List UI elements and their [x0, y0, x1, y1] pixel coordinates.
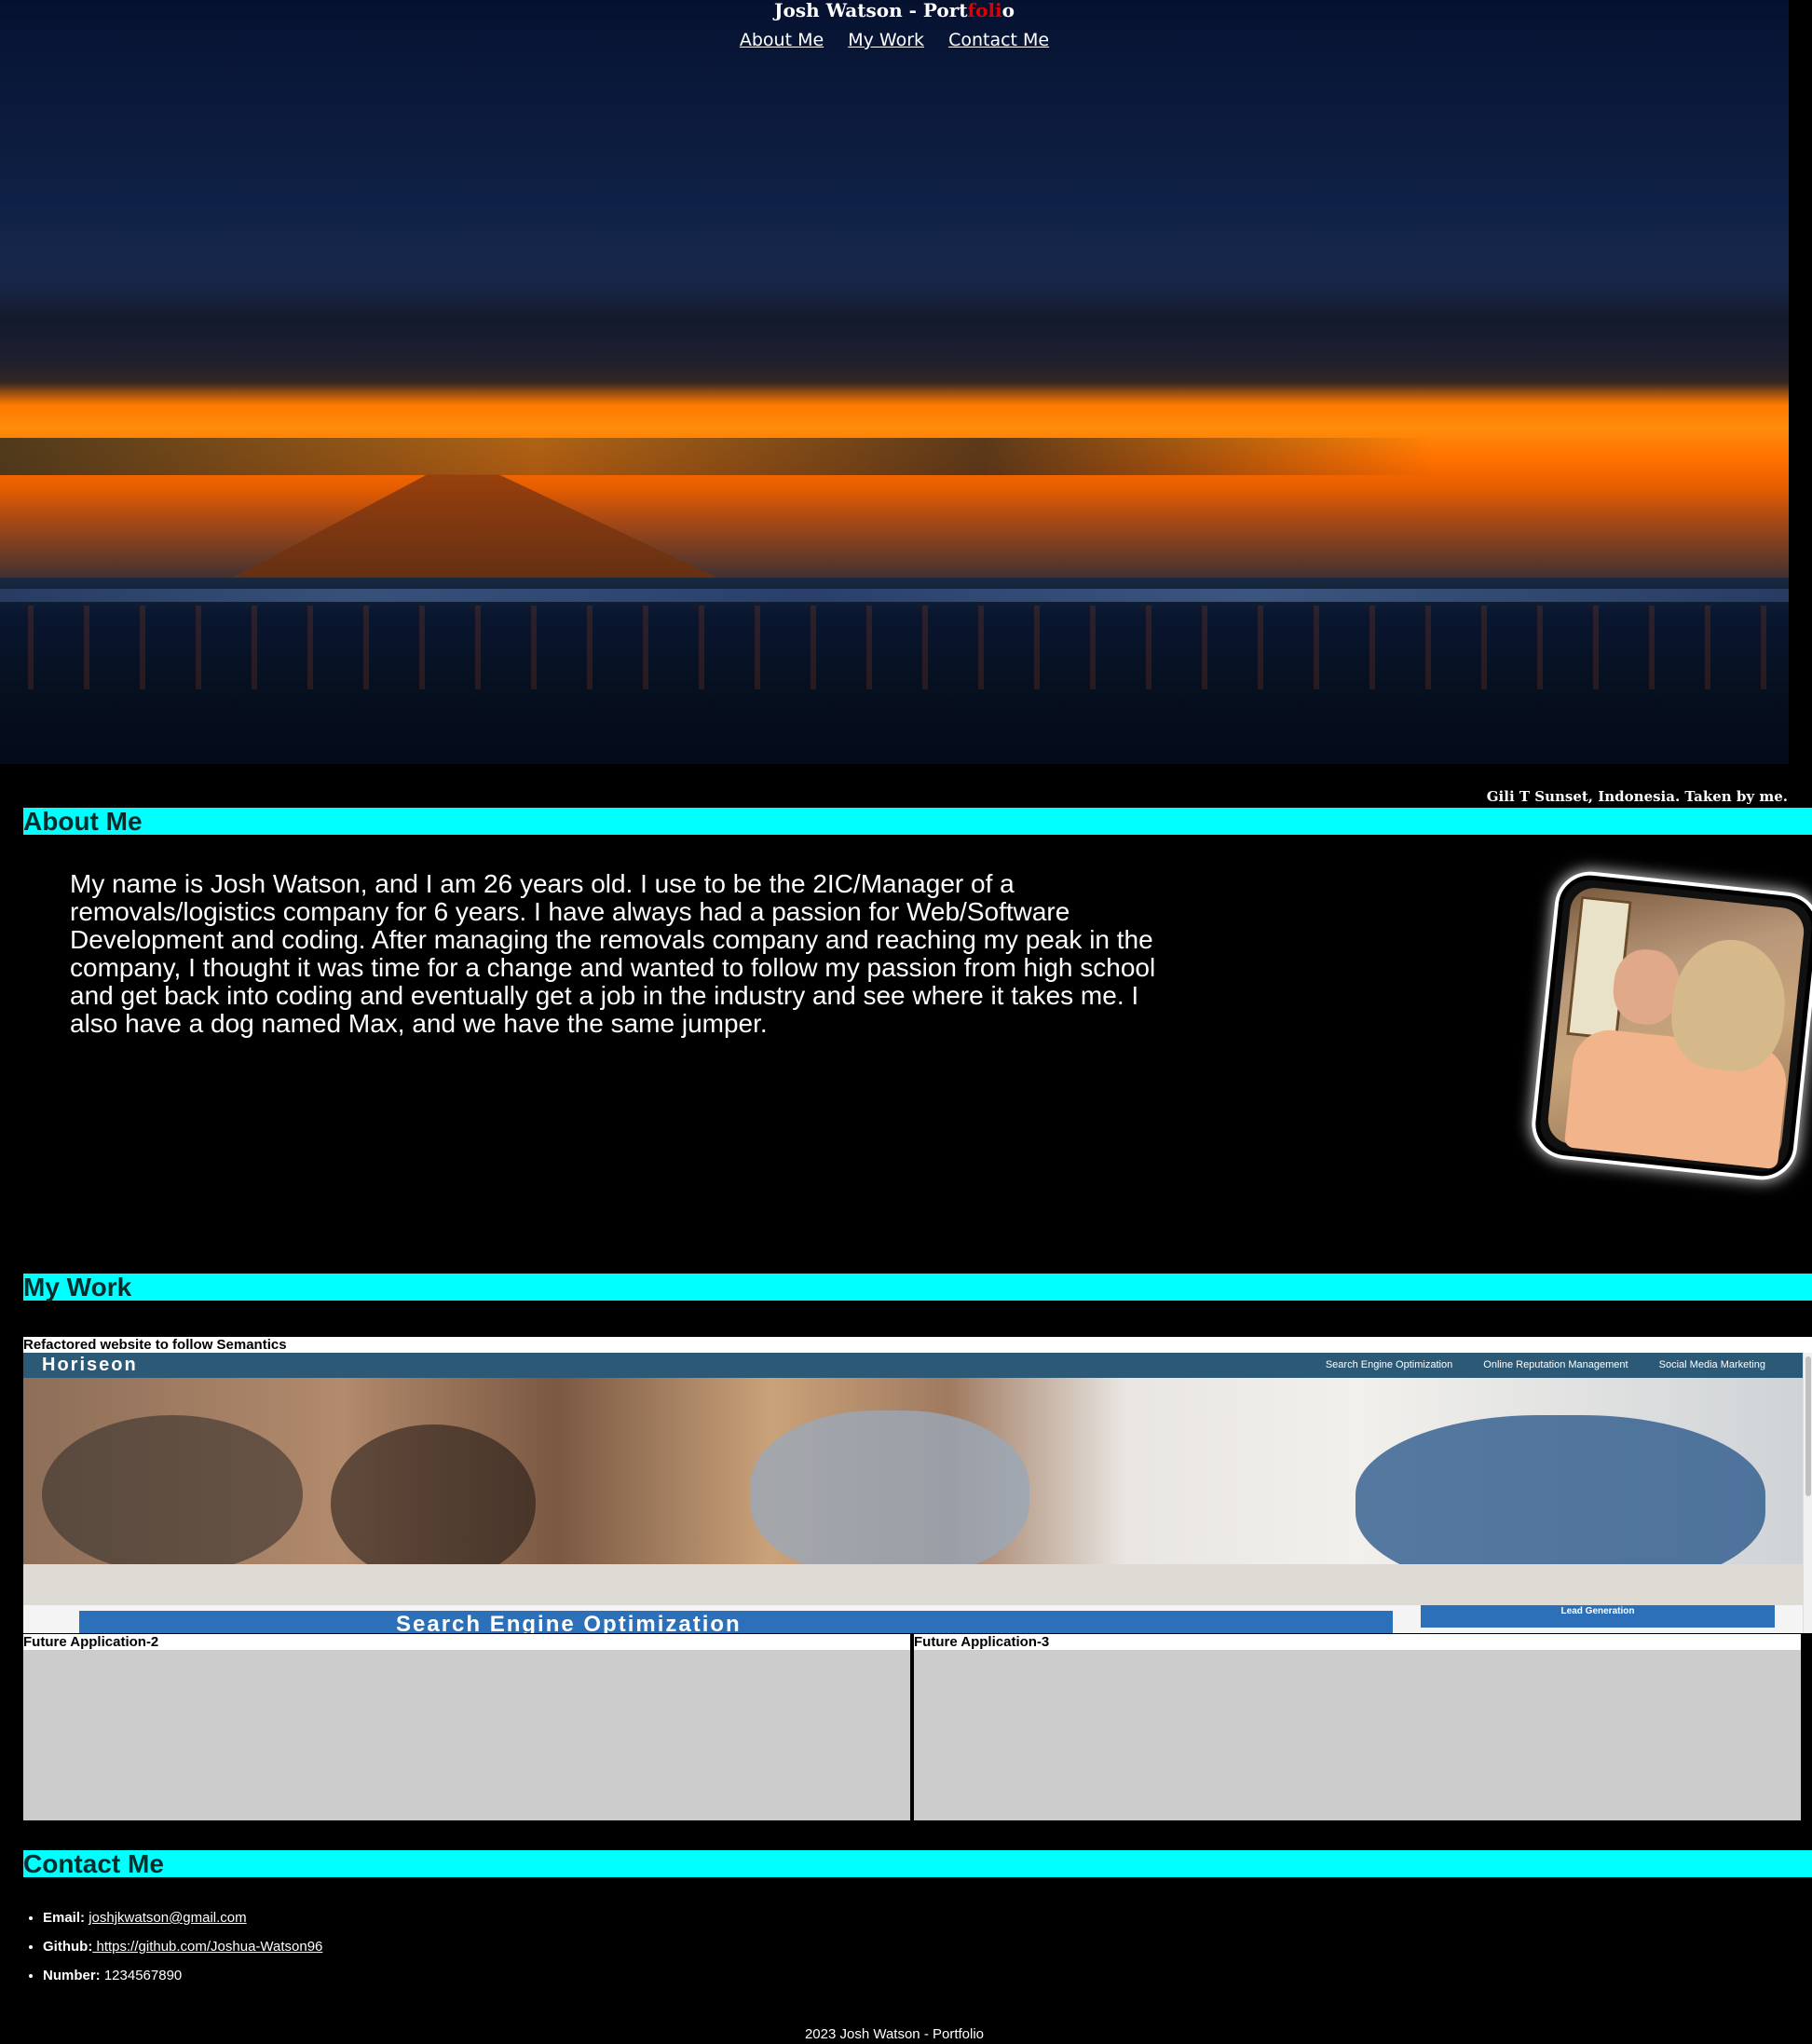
work-heading: My Work [23, 1274, 1812, 1301]
contact-email-link[interactable]: joshjkwatson@gmail.com [89, 1910, 246, 1926]
contact-number: Number: 1234567890 [43, 1968, 322, 1984]
contact-email-label: Email: [43, 1910, 86, 1926]
hero-caption: Gili T Sunset, Indonesia. Taken by me. [1486, 788, 1788, 805]
preview-scrollbar[interactable] [1803, 1353, 1812, 1633]
future-project-placeholder [23, 1650, 910, 1820]
preview-seo-banner: Search Engine Optimization [79, 1611, 1393, 1633]
featured-project-label: Refactored website to follow Semantics [23, 1337, 287, 1353]
profile-photo [1532, 872, 1812, 1179]
future-project-placeholder [914, 1650, 1801, 1820]
hero-mountain [233, 474, 717, 578]
hero-lower-clouds [0, 438, 1789, 475]
preview-content-strip: Search Engine Optimization Lead Generati… [23, 1605, 1803, 1633]
preview-lead-box: Lead Generation [1421, 1605, 1775, 1628]
title-highlight: foli [967, 0, 1002, 21]
about-text: My name is Josh Watson, and I am 26 year… [70, 869, 1156, 1038]
contact-list: Email: joshjkwatson@gmail.com Github: ht… [43, 1910, 322, 1996]
site-title: Josh Watson - Portfolio [0, 0, 1789, 20]
hero-banner [0, 0, 1789, 764]
contact-github-label: Github: [43, 1939, 93, 1955]
future-project-3[interactable]: Future Application-3 [914, 1634, 1801, 1820]
page-footer: 2023 Josh Watson - Portfolio [804, 2026, 985, 2042]
preview-hero-photo [23, 1378, 1803, 1606]
nav-contact-link[interactable]: Contact Me [948, 30, 1049, 50]
main-nav: About Me My Work Contact Me [0, 30, 1789, 50]
nav-about-link[interactable]: About Me [740, 30, 824, 50]
contact-email: Email: joshjkwatson@gmail.com [43, 1910, 322, 1927]
hero-surf [0, 589, 1789, 602]
nav-work-link[interactable]: My Work [848, 30, 924, 50]
title-prefix: Josh Watson - Port [774, 0, 968, 21]
contact-github-link[interactable]: https://github.com/Joshua-Watson96 [92, 1939, 322, 1955]
preview-header: Horiseon Search Engine Optimization Onli… [23, 1353, 1803, 1378]
preview-person [42, 1415, 303, 1574]
featured-project-preview[interactable]: Horiseon Search Engine Optimization Onli… [23, 1353, 1812, 1633]
preview-person [331, 1424, 536, 1583]
scrollbar-thumb[interactable] [1805, 1356, 1811, 1496]
contact-number-value: 1234567890 [103, 1968, 183, 1983]
hero-sea-glow [0, 606, 1789, 689]
contact-number-label: Number: [43, 1968, 101, 1983]
contact-github: Github: https://github.com/Joshua-Watson… [43, 1939, 322, 1955]
future-project-2[interactable]: Future Application-2 [23, 1634, 910, 1820]
hero-clouds [0, 279, 1789, 391]
profile-photo-image [1546, 885, 1806, 1170]
preview-nav-item: Search Engine Optimization [1325, 1359, 1453, 1370]
preview-nav-item: Online Reputation Management [1483, 1359, 1628, 1370]
preview-logo: Horiseon [42, 1355, 138, 1375]
featured-project[interactable]: Refactored website to follow Semantics H… [23, 1337, 1812, 1633]
future-project-label: Future Application-3 [914, 1634, 1050, 1650]
future-project-label: Future Application-2 [23, 1634, 159, 1650]
preview-table [23, 1564, 1803, 1606]
preview-nav-item: Social Media Marketing [1658, 1359, 1765, 1370]
preview-person [750, 1410, 1029, 1578]
about-heading: About Me [23, 808, 1812, 835]
preview-nav: Search Engine Optimization Online Reputa… [1298, 1353, 1765, 1378]
contact-heading: Contact Me [23, 1850, 1812, 1877]
title-suffix: o [1001, 0, 1015, 21]
